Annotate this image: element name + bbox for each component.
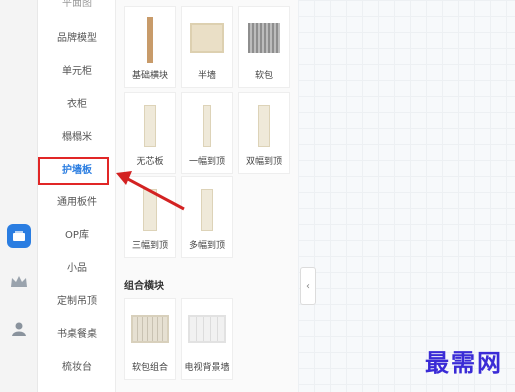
panel-thumbnail <box>147 17 153 63</box>
tile-label: 半墙 <box>197 71 216 81</box>
annotation-arrow-icon <box>116 171 185 211</box>
tile-label: 电视背景墙 <box>184 363 230 373</box>
storage-icon[interactable] <box>7 224 31 248</box>
tile-label: 双幅到顶 <box>245 157 282 167</box>
tile-label: 多幅到顶 <box>188 241 225 251</box>
panel-thumbnail <box>131 315 169 343</box>
panel-thumbnail <box>248 23 280 53</box>
category-item[interactable]: 小品 <box>38 259 116 279</box>
tile-label: 基础横块 <box>131 71 168 81</box>
category-item[interactable]: OP库 <box>38 226 116 246</box>
collapse-panel-button[interactable]: ‹ <box>300 267 316 305</box>
user-icon[interactable] <box>7 317 31 341</box>
category-item[interactable]: 定制吊顶 <box>38 292 116 312</box>
model-tile[interactable]: 软包组合 <box>124 298 176 380</box>
model-tile[interactable]: 半墙 <box>181 6 233 88</box>
design-canvas[interactable] <box>298 0 515 392</box>
category-item[interactable]: 单元柜 <box>38 62 116 82</box>
model-tile[interactable]: 双幅到顶 <box>238 92 290 174</box>
panel-thumbnail <box>201 189 213 231</box>
category-item[interactable]: 平面图 <box>38 0 116 14</box>
model-tile[interactable]: 一幅到顶 <box>181 92 233 174</box>
panel-thumbnail <box>188 315 226 343</box>
model-tile[interactable]: 电视背景墙 <box>181 298 233 380</box>
crown-icon[interactable] <box>7 270 31 294</box>
tile-label: 三幅到顶 <box>131 241 168 251</box>
panel-thumbnail <box>144 105 156 147</box>
model-tile[interactable]: 无芯板 <box>124 92 176 174</box>
watermark-logo: 最需网 <box>425 348 503 377</box>
panel-thumbnail <box>190 23 224 53</box>
category-item[interactable]: 榻榻米 <box>38 128 116 148</box>
highlight-box <box>38 157 109 185</box>
model-tile[interactable]: 软包 <box>238 6 290 88</box>
model-tile[interactable]: 基础横块 <box>124 6 176 88</box>
panel-thumbnail <box>203 105 211 147</box>
section-title: 组合横块 <box>124 281 164 292</box>
tile-label: 软包 <box>254 71 273 81</box>
left-icon-rail <box>0 0 38 392</box>
category-list: 平面图 品牌模型 单元柜 衣柜 榻榻米 护墙板 通用板件 OP库 小品 定制吊顶… <box>38 0 116 392</box>
category-item[interactable]: 通用板件 <box>38 193 116 213</box>
category-item[interactable]: 品牌模型 <box>38 29 116 49</box>
panel-thumbnail <box>258 105 270 147</box>
category-item[interactable]: 梳妆台 <box>38 358 116 378</box>
category-item[interactable]: 衣柜 <box>38 95 116 115</box>
tile-label: 软包组合 <box>131 363 168 373</box>
category-item[interactable]: 书桌餐桌 <box>38 325 116 345</box>
